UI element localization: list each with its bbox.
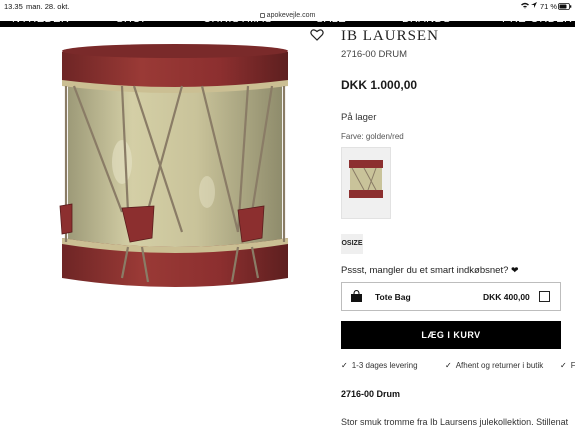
usp-pickup-text: Afhent og returner i butik [455,361,544,370]
usp-item-cutoff: ✓ F [560,361,575,370]
heart-icon: ❤ [511,265,519,275]
url-bar[interactable]: apokevejle.com [0,10,575,21]
add-to-cart-button[interactable]: LÆG I KURV [341,321,561,349]
product-image[interactable] [52,42,298,304]
color-label: Farve: [341,132,364,141]
upsell-prompt: Pssst, mangler du et smart indkøbsnet? ❤ [341,265,519,276]
check-icon: ✓ [560,361,567,370]
usp-item-pickup: ✓ Afhent og returner i butik [445,361,543,370]
color-value: golden/red [365,132,404,141]
color-swatch[interactable] [341,147,391,219]
drum-illustration [59,44,288,287]
upsell-text: Pssst, mangler du et smart indkøbsnet? [341,265,509,276]
usp-cutoff-text: F [570,361,575,370]
usp-delivery-text: 1-3 dages levering [351,361,418,370]
wishlist-heart-icon[interactable] [310,28,324,42]
lock-icon [259,12,265,18]
check-icon: ✓ [445,361,452,370]
description-title: 2716-00 Drum [341,389,401,399]
size-option-osize[interactable]: OSIZE [341,234,363,254]
tote-bag-price: DKK 400,00 [483,292,530,302]
stock-status: På lager [341,112,377,123]
description-text: Stor smuk tromme fra Ib Laursens julekol… [341,417,569,427]
bag-icon [351,289,362,302]
color-label-line: Farve: golden/red [341,132,404,141]
usp-item-delivery: ✓ 1-3 dages levering [341,361,418,370]
upsell-tote-bag-row[interactable]: Tote Bag DKK 400,00 [341,282,561,311]
tote-bag-name: Tote Bag [375,292,411,302]
tote-bag-checkbox[interactable] [539,291,550,302]
product-price: DKK 1.000,00 [341,78,418,92]
product-brand-title: IB LAURSEN [341,28,439,44]
check-icon: ✓ [341,361,348,370]
product-sku: 2716-00 DRUM [341,49,407,60]
url-text: apokevejle.com [266,12,316,19]
